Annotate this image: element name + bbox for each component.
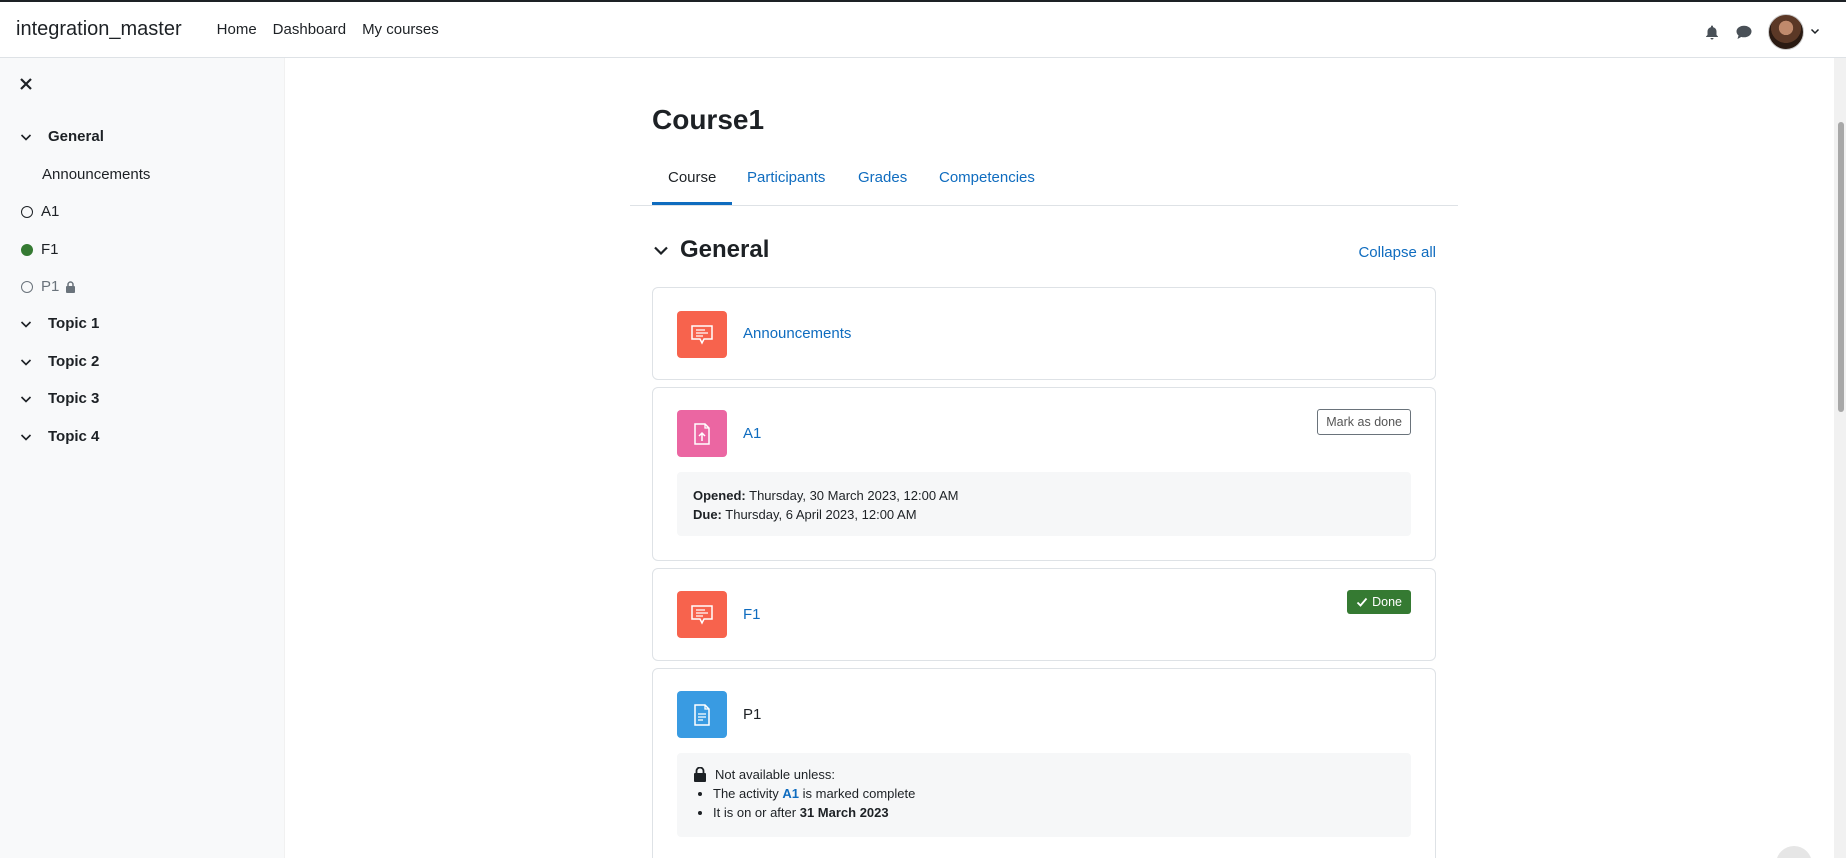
- chevron-down-icon[interactable]: [20, 355, 34, 369]
- activity-link[interactable]: F1: [743, 606, 761, 623]
- tab-course[interactable]: Course: [652, 167, 733, 205]
- chevron-down-icon[interactable]: [652, 241, 670, 259]
- course-index-item-a1[interactable]: A1: [20, 203, 59, 220]
- messages-icon[interactable]: [1728, 15, 1760, 49]
- course-index-item-f1[interactable]: F1: [20, 241, 59, 258]
- tab-competencies[interactable]: Competencies: [923, 167, 1051, 205]
- completion-incomplete-icon: [21, 205, 33, 218]
- restriction-item: It is on or after 31 March 2023: [713, 803, 1395, 822]
- course-index-drawer: General Announcements A1 F1 P1 Topic 1 T…: [0, 58, 285, 858]
- opened-date: Opened: Thursday, 30 March 2023, 12:00 A…: [693, 488, 959, 503]
- completion-complete-icon: [21, 243, 33, 256]
- mark-as-done-button[interactable]: Mark as done: [1317, 409, 1411, 435]
- activity-dates: Opened: Thursday, 30 March 2023, 12:00 A…: [677, 472, 1411, 536]
- close-icon[interactable]: [16, 74, 36, 94]
- secondary-navigation-tabs: Course Participants Grades Competencies: [630, 164, 1458, 206]
- activity-name: P1: [743, 706, 762, 723]
- section-header-general: General: [652, 236, 769, 264]
- restriction-list: The activity A1 is marked complete It is…: [713, 784, 1395, 822]
- tab-grades[interactable]: Grades: [842, 167, 923, 205]
- section-label: Topic 1: [48, 315, 100, 332]
- item-label: Announcements: [42, 166, 151, 183]
- lock-icon: [65, 280, 76, 293]
- collapse-all-link[interactable]: Collapse all: [1358, 244, 1436, 261]
- help-button[interactable]: [1776, 846, 1812, 858]
- chevron-down-icon[interactable]: [1810, 23, 1820, 41]
- forum-icon: [677, 591, 727, 638]
- activity-card-f1: F1 Done: [652, 568, 1436, 661]
- page-scrollbar[interactable]: [1834, 58, 1846, 858]
- activity-card-a1: A1 Mark as done Opened: Thursday, 30 Mar…: [652, 387, 1436, 561]
- section-label: General: [48, 128, 104, 145]
- site-name[interactable]: integration_master: [16, 18, 182, 41]
- assignment-icon: [677, 410, 727, 457]
- done-button[interactable]: Done: [1347, 590, 1411, 614]
- user-menu-area: [1696, 14, 1820, 50]
- nav-dashboard[interactable]: Dashboard: [273, 21, 346, 38]
- section-title: General: [680, 236, 770, 263]
- section-label: Topic 4: [48, 428, 100, 445]
- section-label: Topic 3: [48, 390, 100, 407]
- top-navbar: integration_master Home Dashboard My cou…: [0, 0, 1846, 58]
- course-index-item-p1[interactable]: P1: [20, 278, 76, 295]
- a1-link[interactable]: A1: [782, 786, 799, 801]
- lock-icon: [693, 767, 707, 782]
- chevron-down-icon[interactable]: [20, 430, 34, 444]
- restriction-header: Not available unless:: [693, 765, 1395, 784]
- chevron-down-icon[interactable]: [20, 317, 34, 331]
- page-title: Course1: [652, 104, 765, 135]
- forum-icon: [677, 311, 727, 358]
- scrollbar-thumb[interactable]: [1838, 122, 1844, 412]
- user-avatar[interactable]: [1768, 14, 1804, 50]
- chevron-down-icon[interactable]: [20, 392, 34, 406]
- bell-icon[interactable]: [1696, 15, 1728, 49]
- course-index-section-topic-1[interactable]: Topic 1: [20, 315, 99, 332]
- course-index-section-general[interactable]: General: [20, 128, 104, 145]
- tab-participants[interactable]: Participants: [731, 167, 841, 205]
- section-label: Topic 2: [48, 353, 100, 370]
- item-label: A1: [41, 203, 60, 220]
- item-label: F1: [41, 241, 59, 258]
- completion-locked-icon: [21, 280, 33, 293]
- activity-link[interactable]: Announcements: [743, 325, 851, 342]
- nav-home[interactable]: Home: [217, 21, 257, 38]
- activity-card-p1: P1 Not available unless: The activity A1…: [652, 668, 1436, 858]
- primary-navigation: Home Dashboard My courses: [217, 21, 455, 38]
- course-index-item-announcements[interactable]: Announcements: [42, 166, 150, 183]
- course-index-section-topic-4[interactable]: Topic 4: [20, 428, 99, 445]
- activity-link[interactable]: A1: [743, 425, 761, 442]
- item-label: P1: [41, 278, 60, 295]
- course-index-section-topic-2[interactable]: Topic 2: [20, 353, 99, 370]
- access-restrictions: Not available unless: The activity A1 is…: [677, 753, 1411, 837]
- restriction-item: The activity A1 is marked complete: [713, 784, 1395, 803]
- course-index-section-topic-3[interactable]: Topic 3: [20, 390, 99, 407]
- activity-card-announcements: Announcements: [652, 287, 1436, 380]
- chevron-down-icon[interactable]: [20, 130, 34, 144]
- due-date: Due: Thursday, 6 April 2023, 12:00 AM: [693, 507, 917, 522]
- page-icon: [677, 691, 727, 738]
- nav-my-courses[interactable]: My courses: [362, 21, 439, 38]
- check-icon: [1356, 597, 1368, 607]
